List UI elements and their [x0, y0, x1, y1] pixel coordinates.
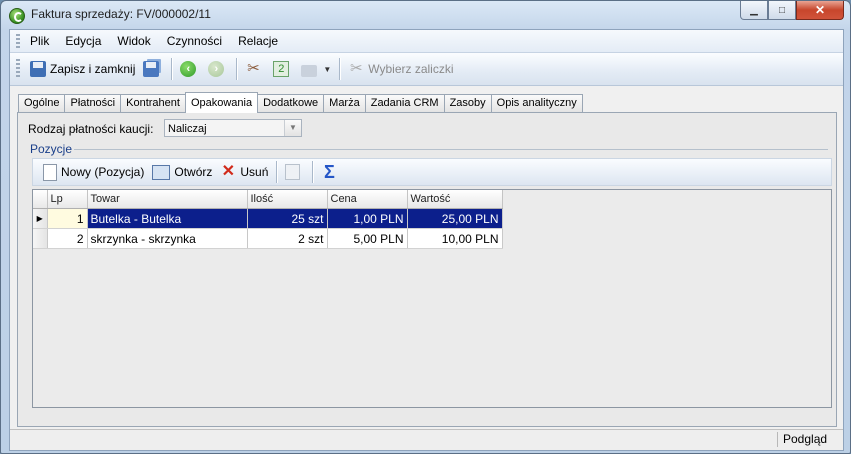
table-row[interactable]: 2 skrzynka - skrzynka 2 szt 5,00 PLN 10,…: [33, 228, 503, 249]
toolbar-grip[interactable]: [16, 59, 20, 79]
new-position-label: Nowy (Pozycja): [61, 165, 145, 179]
tab-opis-analityczny[interactable]: Opis analityczny: [490, 94, 583, 112]
column-header-wartosc[interactable]: Wartość: [407, 190, 503, 209]
save-icon: [30, 61, 46, 77]
menu-czynnosci[interactable]: Czynności: [159, 34, 230, 48]
chevron-down-icon: ▼: [323, 64, 332, 74]
cell-cena[interactable]: 5,00 PLN: [327, 228, 408, 249]
cell-lp[interactable]: 1: [47, 208, 88, 229]
tools-icon: ✂: [247, 60, 260, 77]
print-button[interactable]: ▼: [297, 57, 335, 81]
group-divider: [74, 149, 828, 150]
tab-marza[interactable]: Marża: [323, 94, 366, 112]
back-button[interactable]: ‹: [176, 57, 204, 81]
save-multiple-icon: [143, 61, 160, 77]
row-indicator: [33, 228, 48, 249]
sigma-icon: Σ: [323, 162, 335, 182]
tab-kontrahent[interactable]: Kontrahent: [120, 94, 186, 112]
deposit-type-select[interactable]: Naliczaj ▼: [164, 119, 302, 137]
row-indicator-icon: ▶: [33, 208, 48, 229]
toolbar-separator: [236, 58, 238, 80]
open-label: Otwórz: [174, 165, 213, 179]
title-bar[interactable]: Faktura sprzedaży: FV/000002/11 ▁ □ ✕: [1, 1, 850, 27]
positions-grid[interactable]: Lp Towar Ilość Cena Wartość ▶ 1 Butelka …: [32, 189, 832, 408]
cell-towar[interactable]: Butelka - Butelka: [87, 208, 248, 229]
toolbar-separator: [171, 58, 173, 80]
select-advances-button[interactable]: ✂ Wybierz zaliczki: [344, 57, 457, 81]
save-close-label: Zapisz i zamknij: [50, 62, 136, 76]
deposit-type-value: Naliczaj: [168, 123, 207, 135]
tab-zadania-crm[interactable]: Zadania CRM: [364, 94, 445, 112]
client-area: Plik Edycja Widok Czynności Relacje Zapi…: [9, 29, 844, 451]
tab-platnosci[interactable]: Płatności: [64, 94, 122, 112]
tab-ogolne[interactable]: Ogólne: [18, 94, 66, 112]
arrow-left-icon: ‹: [180, 61, 197, 77]
edit-icon: [285, 164, 301, 180]
status-bar: Podgląd: [10, 429, 843, 450]
menu-edycja[interactable]: Edycja: [57, 34, 109, 48]
column-header-ilosc[interactable]: Ilość: [247, 190, 328, 209]
refresh-button[interactable]: 2: [269, 57, 297, 81]
cell-wartosc[interactable]: 25,00 PLN: [407, 208, 503, 229]
close-icon: ✕: [814, 3, 826, 17]
menu-bar: Plik Edycja Widok Czynności Relacje: [10, 30, 843, 53]
delete-x-icon: ✕: [221, 163, 236, 180]
delete-label: Usuń: [240, 165, 269, 179]
refresh-icon: 2: [273, 61, 290, 77]
toolbar-separator: [339, 58, 341, 80]
minimize-icon: ▁: [750, 4, 758, 16]
column-header-lp[interactable]: Lp: [47, 190, 88, 209]
close-button[interactable]: ✕: [796, 1, 844, 20]
positions-group-label: Pozycje: [30, 142, 73, 156]
delete-button[interactable]: ✕ Usuń: [216, 160, 272, 184]
maximize-button[interactable]: □: [768, 1, 796, 20]
new-document-icon: [43, 163, 57, 181]
tab-strip: Ogólne Płatności Kontrahent Opakowania D…: [18, 92, 583, 113]
tab-opakowania[interactable]: Opakowania: [184, 92, 259, 113]
cell-cena[interactable]: 1,00 PLN: [327, 208, 408, 229]
deposit-type-label: Rodzaj płatności kaucji:: [28, 122, 154, 136]
row-indicator-header: [33, 190, 48, 209]
open-button[interactable]: Otwórz: [148, 160, 216, 184]
cell-ilosc[interactable]: 2 szt: [247, 228, 328, 249]
open-form-icon: [152, 164, 171, 180]
tab-dodatkowe[interactable]: Dodatkowe: [257, 94, 325, 112]
tab-zasoby[interactable]: Zasoby: [443, 94, 492, 112]
chevron-down-icon[interactable]: ▼: [284, 120, 301, 136]
cell-lp[interactable]: 2: [47, 228, 88, 249]
toolbar-separator: [312, 161, 314, 183]
cell-wartosc[interactable]: 10,00 PLN: [407, 228, 503, 249]
header-row: Lp Towar Ilość Cena Wartość: [33, 190, 503, 209]
app-logo-icon: [9, 8, 25, 24]
cell-towar[interactable]: skrzynka - skrzynka: [87, 228, 248, 249]
new-position-button[interactable]: Nowy (Pozycja): [33, 160, 148, 184]
tools-button[interactable]: ✂: [241, 57, 269, 81]
table-row[interactable]: ▶ 1 Butelka - Butelka 25 szt 1,00 PLN 25…: [33, 208, 503, 229]
menu-relacje[interactable]: Relacje: [230, 34, 286, 48]
save-close-button[interactable]: Zapisz i zamknij: [26, 57, 139, 81]
tools-icon: ✂: [349, 60, 363, 77]
menu-widok[interactable]: Widok: [109, 34, 158, 48]
window-title: Faktura sprzedaży: FV/000002/11: [31, 7, 211, 21]
menu-plik[interactable]: Plik: [22, 34, 57, 48]
sum-button[interactable]: Σ: [317, 160, 345, 184]
printer-icon: [301, 65, 318, 77]
column-header-towar[interactable]: Towar: [87, 190, 248, 209]
status-mode: Podgląd: [777, 432, 843, 447]
arrow-right-icon: ›: [208, 61, 225, 77]
edit-button[interactable]: [281, 160, 308, 184]
select-advances-label: Wybierz zaliczki: [368, 62, 454, 76]
menubar-grip[interactable]: [16, 34, 20, 48]
main-toolbar: Zapisz i zamknij ‹ › ✂ 2 ▼ ✂ Wybierz zal…: [10, 53, 843, 86]
column-header-cena[interactable]: Cena: [327, 190, 408, 209]
save-button[interactable]: [139, 57, 167, 81]
invoice-window: Faktura sprzedaży: FV/000002/11 ▁ □ ✕ Pl…: [0, 0, 851, 454]
forward-button[interactable]: ›: [204, 57, 232, 81]
maximize-icon: □: [778, 4, 786, 16]
cell-ilosc[interactable]: 25 szt: [247, 208, 328, 229]
positions-table: Lp Towar Ilość Cena Wartość ▶ 1 Butelka …: [33, 190, 503, 249]
positions-toolbar: Nowy (Pozycja) Otwórz ✕ Usuń Σ: [32, 158, 832, 186]
minimize-button[interactable]: ▁: [740, 1, 768, 20]
toolbar-separator: [276, 161, 278, 183]
